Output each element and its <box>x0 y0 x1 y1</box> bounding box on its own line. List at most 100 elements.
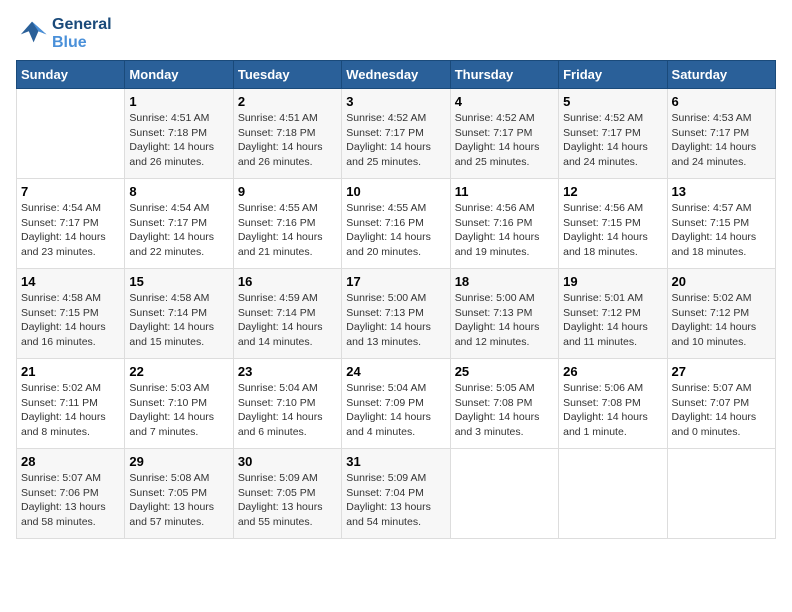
day-info: Sunrise: 5:05 AM Sunset: 7:08 PM Dayligh… <box>455 381 554 440</box>
day-number: 2 <box>238 94 337 109</box>
day-info: Sunrise: 4:55 AM Sunset: 7:16 PM Dayligh… <box>346 201 445 260</box>
calendar-cell: 6 Sunrise: 4:53 AM Sunset: 7:17 PM Daylig… <box>667 89 775 179</box>
day-number: 10 <box>346 184 445 199</box>
day-number: 16 <box>238 274 337 289</box>
weekday-header-wednesday: Wednesday <box>342 61 450 89</box>
day-info: Sunrise: 5:03 AM Sunset: 7:10 PM Dayligh… <box>129 381 228 440</box>
day-info: Sunrise: 5:07 AM Sunset: 7:07 PM Dayligh… <box>672 381 771 440</box>
day-number: 23 <box>238 364 337 379</box>
day-number: 15 <box>129 274 228 289</box>
day-info: Sunrise: 5:00 AM Sunset: 7:13 PM Dayligh… <box>346 291 445 350</box>
calendar-cell: 20 Sunrise: 5:02 AM Sunset: 7:12 PM Dayli… <box>667 269 775 359</box>
calendar-cell: 14 Sunrise: 4:58 AM Sunset: 7:15 PM Dayli… <box>17 269 125 359</box>
calendar-cell: 25Sunrise: 5:05 AM Sunset: 7:08 PM Dayli… <box>450 359 558 449</box>
calendar-cell: 10 Sunrise: 4:55 AM Sunset: 7:16 PM Dayli… <box>342 179 450 269</box>
calendar-cell: 15 Sunrise: 4:58 AM Sunset: 7:14 PM Dayli… <box>125 269 233 359</box>
day-info: Sunrise: 4:54 AM Sunset: 7:17 PM Dayligh… <box>129 201 228 260</box>
calendar-cell: 22 Sunrise: 5:03 AM Sunset: 7:10 PM Dayli… <box>125 359 233 449</box>
day-info: Sunrise: 4:52 AM Sunset: 7:17 PM Dayligh… <box>563 111 662 170</box>
weekday-header-friday: Friday <box>559 61 667 89</box>
day-number: 1 <box>129 94 228 109</box>
day-number: 13 <box>672 184 771 199</box>
day-number: 24 <box>346 364 445 379</box>
calendar-week-row: 28 Sunrise: 5:07 AM Sunset: 7:06 PM Dayli… <box>17 449 776 539</box>
day-info: Sunrise: 4:51 AM Sunset: 7:18 PM Dayligh… <box>129 111 228 170</box>
day-number: 21 <box>21 364 120 379</box>
day-info: Sunrise: 5:09 AM Sunset: 7:04 PM Dayligh… <box>346 471 445 530</box>
day-number: 14 <box>21 274 120 289</box>
calendar-cell: 4 Sunrise: 4:52 AM Sunset: 7:17 PM Daylig… <box>450 89 558 179</box>
weekday-header-saturday: Saturday <box>667 61 775 89</box>
day-number: 18 <box>455 274 554 289</box>
day-number: 5 <box>563 94 662 109</box>
day-number: 30 <box>238 454 337 469</box>
day-info: Sunrise: 5:01 AM Sunset: 7:12 PM Dayligh… <box>563 291 662 350</box>
calendar-cell: 26 Sunrise: 5:06 AM Sunset: 7:08 PM Dayli… <box>559 359 667 449</box>
day-number: 22 <box>129 364 228 379</box>
day-info: Sunrise: 4:55 AM Sunset: 7:16 PM Dayligh… <box>238 201 337 260</box>
logo: General Blue <box>16 16 112 52</box>
day-number: 28 <box>21 454 120 469</box>
calendar-cell: 3Sunrise: 4:52 AM Sunset: 7:17 PM Daylig… <box>342 89 450 179</box>
day-info: Sunrise: 4:52 AM Sunset: 7:17 PM Dayligh… <box>346 111 445 170</box>
calendar-cell: 27Sunrise: 5:07 AM Sunset: 7:07 PM Dayli… <box>667 359 775 449</box>
day-number: 8 <box>129 184 228 199</box>
day-number: 17 <box>346 274 445 289</box>
weekday-header-monday: Monday <box>125 61 233 89</box>
day-info: Sunrise: 4:52 AM Sunset: 7:17 PM Dayligh… <box>455 111 554 170</box>
calendar-cell: 17 Sunrise: 5:00 AM Sunset: 7:13 PM Dayli… <box>342 269 450 359</box>
calendar-table: SundayMondayTuesdayWednesdayThursdayFrid… <box>16 60 776 539</box>
day-info: Sunrise: 5:07 AM Sunset: 7:06 PM Dayligh… <box>21 471 120 530</box>
day-info: Sunrise: 5:04 AM Sunset: 7:09 PM Dayligh… <box>346 381 445 440</box>
calendar-cell: 9Sunrise: 4:55 AM Sunset: 7:16 PM Daylig… <box>233 179 341 269</box>
day-number: 12 <box>563 184 662 199</box>
page-header: General Blue <box>16 16 776 52</box>
day-info: Sunrise: 5:09 AM Sunset: 7:05 PM Dayligh… <box>238 471 337 530</box>
day-info: Sunrise: 4:59 AM Sunset: 7:14 PM Dayligh… <box>238 291 337 350</box>
day-info: Sunrise: 4:57 AM Sunset: 7:15 PM Dayligh… <box>672 201 771 260</box>
calendar-cell: 30 Sunrise: 5:09 AM Sunset: 7:05 PM Dayli… <box>233 449 341 539</box>
calendar-cell: 24 Sunrise: 5:04 AM Sunset: 7:09 PM Dayli… <box>342 359 450 449</box>
day-info: Sunrise: 4:53 AM Sunset: 7:17 PM Dayligh… <box>672 111 771 170</box>
calendar-cell: 16 Sunrise: 4:59 AM Sunset: 7:14 PM Dayli… <box>233 269 341 359</box>
weekday-header-sunday: Sunday <box>17 61 125 89</box>
day-number: 20 <box>672 274 771 289</box>
day-info: Sunrise: 4:58 AM Sunset: 7:14 PM Dayligh… <box>129 291 228 350</box>
calendar-cell <box>450 449 558 539</box>
day-info: Sunrise: 4:56 AM Sunset: 7:16 PM Dayligh… <box>455 201 554 260</box>
calendar-cell: 12Sunrise: 4:56 AM Sunset: 7:15 PM Dayli… <box>559 179 667 269</box>
calendar-cell: 1 Sunrise: 4:51 AM Sunset: 7:18 PM Daylig… <box>125 89 233 179</box>
calendar-cell: 7Sunrise: 4:54 AM Sunset: 7:17 PM Daylig… <box>17 179 125 269</box>
weekday-header-thursday: Thursday <box>450 61 558 89</box>
day-info: Sunrise: 4:58 AM Sunset: 7:15 PM Dayligh… <box>21 291 120 350</box>
calendar-cell: 19 Sunrise: 5:01 AM Sunset: 7:12 PM Dayli… <box>559 269 667 359</box>
calendar-cell: 11 Sunrise: 4:56 AM Sunset: 7:16 PM Dayli… <box>450 179 558 269</box>
calendar-cell: 2 Sunrise: 4:51 AM Sunset: 7:18 PM Daylig… <box>233 89 341 179</box>
calendar-cell <box>667 449 775 539</box>
day-number: 26 <box>563 364 662 379</box>
day-info: Sunrise: 5:06 AM Sunset: 7:08 PM Dayligh… <box>563 381 662 440</box>
calendar-week-row: 14 Sunrise: 4:58 AM Sunset: 7:15 PM Dayli… <box>17 269 776 359</box>
day-number: 6 <box>672 94 771 109</box>
calendar-week-row: 21Sunrise: 5:02 AM Sunset: 7:11 PM Dayli… <box>17 359 776 449</box>
calendar-cell: 23Sunrise: 5:04 AM Sunset: 7:10 PM Dayli… <box>233 359 341 449</box>
calendar-cell: 29 Sunrise: 5:08 AM Sunset: 7:05 PM Dayli… <box>125 449 233 539</box>
calendar-week-row: 7Sunrise: 4:54 AM Sunset: 7:17 PM Daylig… <box>17 179 776 269</box>
day-info: Sunrise: 5:08 AM Sunset: 7:05 PM Dayligh… <box>129 471 228 530</box>
calendar-cell: 8 Sunrise: 4:54 AM Sunset: 7:17 PM Daylig… <box>125 179 233 269</box>
calendar-cell: 18 Sunrise: 5:00 AM Sunset: 7:13 PM Dayli… <box>450 269 558 359</box>
day-info: Sunrise: 4:54 AM Sunset: 7:17 PM Dayligh… <box>21 201 120 260</box>
day-number: 19 <box>563 274 662 289</box>
day-number: 4 <box>455 94 554 109</box>
day-info: Sunrise: 5:02 AM Sunset: 7:12 PM Dayligh… <box>672 291 771 350</box>
calendar-cell: 21Sunrise: 5:02 AM Sunset: 7:11 PM Dayli… <box>17 359 125 449</box>
weekday-header-tuesday: Tuesday <box>233 61 341 89</box>
calendar-cell <box>17 89 125 179</box>
day-info: Sunrise: 4:51 AM Sunset: 7:18 PM Dayligh… <box>238 111 337 170</box>
day-number: 29 <box>129 454 228 469</box>
day-number: 31 <box>346 454 445 469</box>
calendar-cell: 28 Sunrise: 5:07 AM Sunset: 7:06 PM Dayli… <box>17 449 125 539</box>
day-number: 11 <box>455 184 554 199</box>
day-info: Sunrise: 5:00 AM Sunset: 7:13 PM Dayligh… <box>455 291 554 350</box>
calendar-cell: 13 Sunrise: 4:57 AM Sunset: 7:15 PM Dayli… <box>667 179 775 269</box>
